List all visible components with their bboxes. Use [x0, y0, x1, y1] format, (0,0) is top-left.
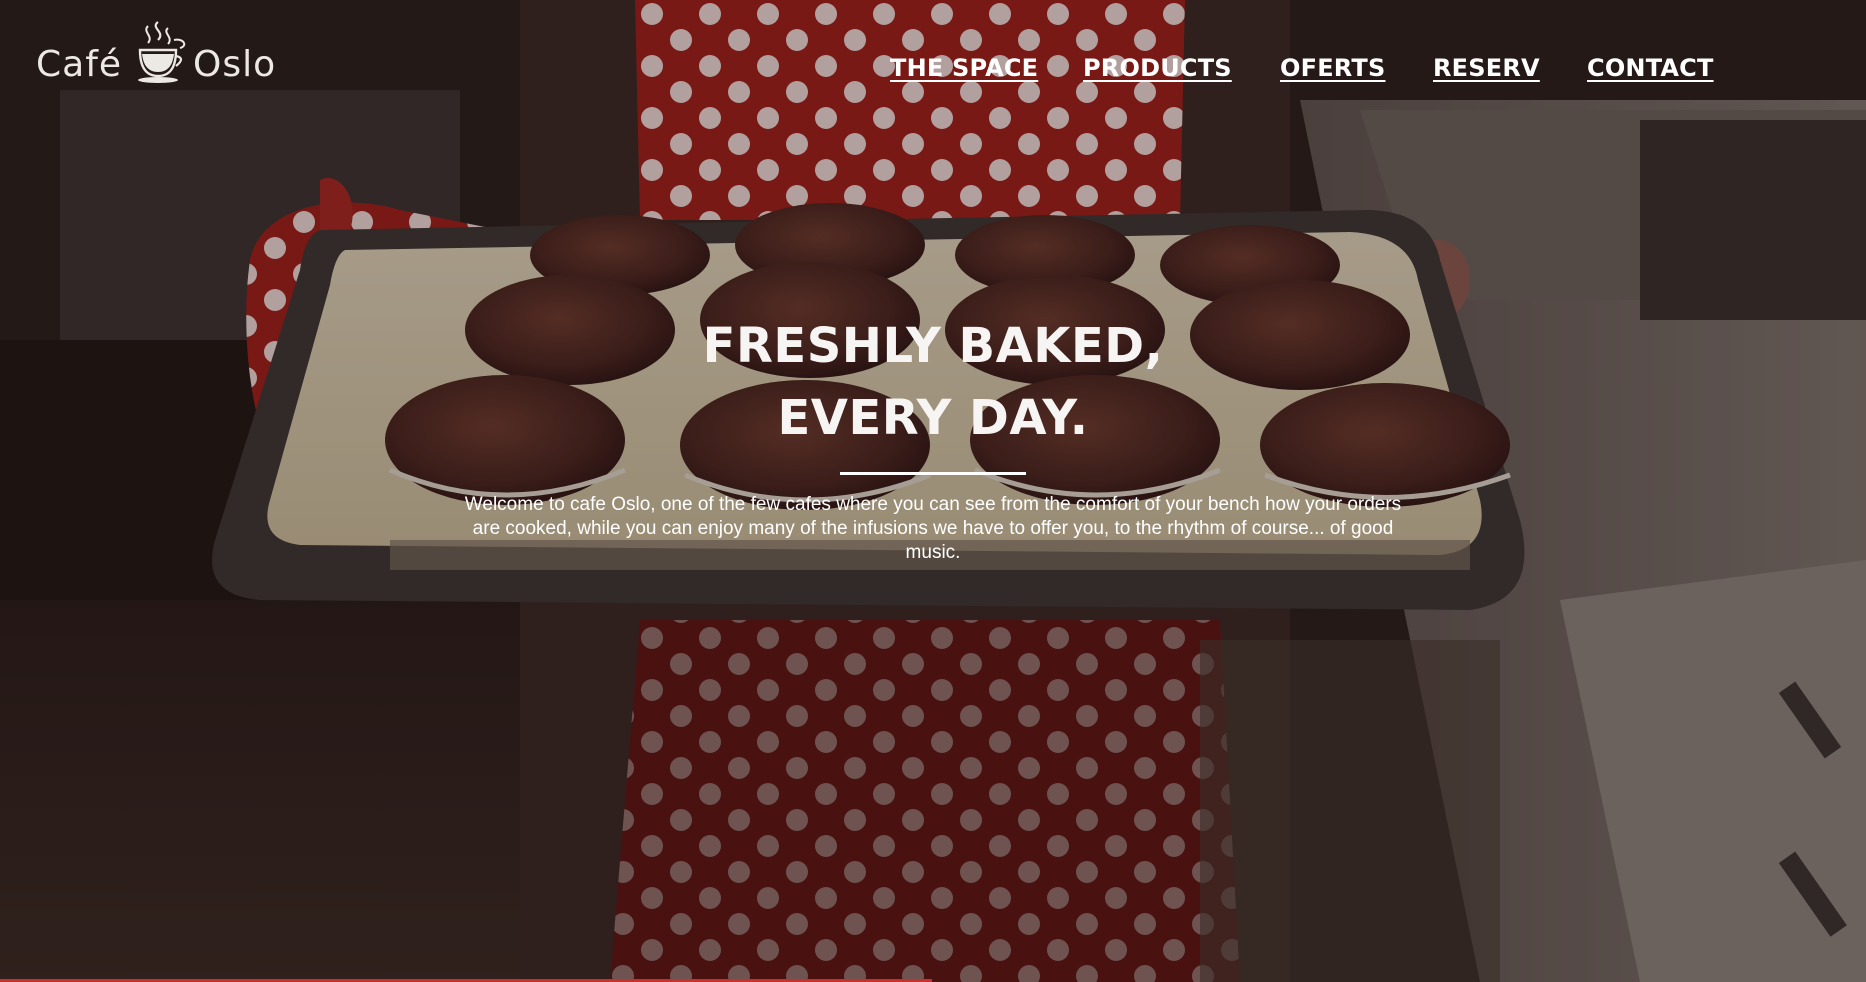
hero-title-line-1: FRESHLY BAKED, — [702, 318, 1164, 374]
nav-item-oferts[interactable]: OFERTS — [1280, 54, 1385, 82]
nav-item-the-space[interactable]: THE SPACE — [890, 54, 1038, 82]
hero-title: FRESHLY BAKED, EVERY DAY. — [533, 310, 1333, 454]
title-divider — [840, 472, 1026, 475]
nav-item-reserv[interactable]: RESERV — [1433, 54, 1540, 82]
main-nav: THE SPACE PRODUCTS OFERTS RESERV CONTACT — [0, 54, 1866, 90]
hero-title-line-2: EVERY DAY. — [777, 390, 1089, 446]
nav-item-products[interactable]: PRODUCTS — [1083, 54, 1232, 82]
hero-dark-overlay — [0, 0, 1866, 982]
nav-item-contact[interactable]: CONTACT — [1587, 54, 1714, 82]
hero-section: Café Oslo THE SPACE PRODUCTS OFERTS RESE… — [0, 0, 1866, 982]
hero-intro-text: Welcome to cafe Oslo, one of the few caf… — [464, 494, 1402, 563]
